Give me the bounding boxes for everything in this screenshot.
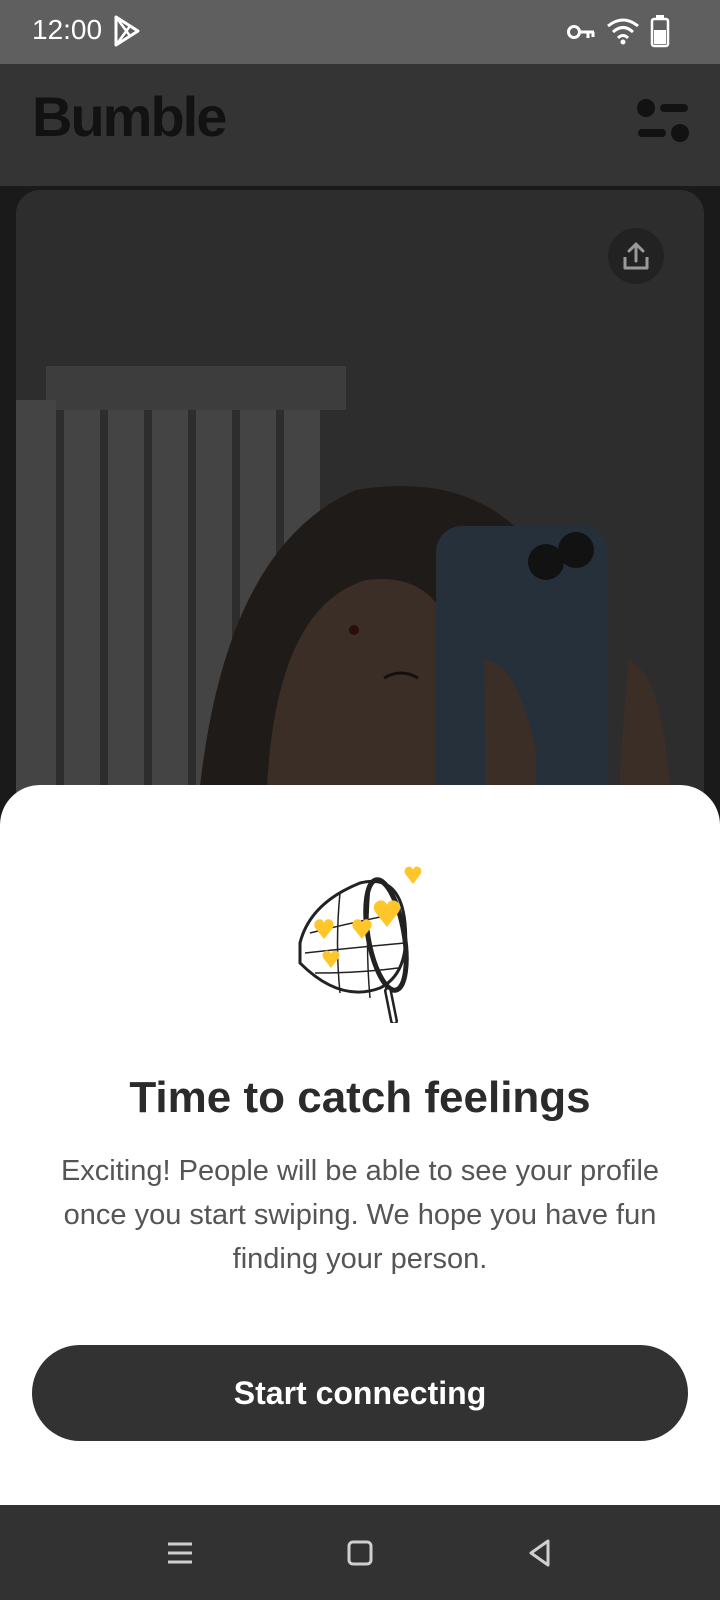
profile-photo: [16, 190, 704, 830]
status-bar: 12:00: [0, 0, 720, 64]
status-time: 12:00: [32, 14, 103, 45]
system-nav-bar: [0, 1505, 720, 1600]
wifi-icon: [607, 18, 639, 45]
butterfly-net-illustration: [298, 866, 422, 1023]
share-icon: [623, 242, 649, 270]
bottom-sheet: Time to catch feelings Exciting! People …: [0, 785, 720, 1505]
filter-icon[interactable]: [636, 96, 690, 146]
battery-icon: [650, 15, 670, 48]
play-store-icon: [114, 15, 140, 47]
start-connecting-button[interactable]: Start connecting: [32, 1345, 688, 1441]
sheet-description: Exciting! People will be able to see you…: [60, 1155, 660, 1275]
menu-icon[interactable]: [162, 1535, 198, 1571]
brand-logo: Bumble: [32, 85, 227, 148]
profile-card[interactable]: [16, 190, 704, 830]
vpn-key-icon: [567, 25, 595, 39]
share-button[interactable]: [608, 228, 664, 284]
back-icon[interactable]: [522, 1535, 558, 1571]
home-icon[interactable]: [342, 1535, 378, 1571]
app-header: Bumble: [0, 64, 720, 186]
sheet-title: Time to catch feelings: [129, 1073, 591, 1122]
